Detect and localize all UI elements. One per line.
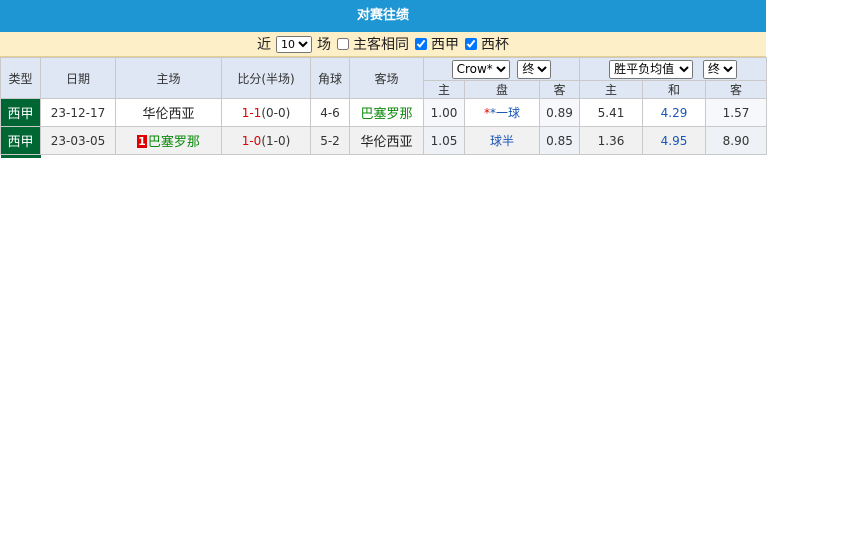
euro-timing-select[interactable]: 终 <box>702 59 737 79</box>
la-liga-checkbox[interactable] <box>415 38 427 50</box>
corner-cell: 5-2 <box>310 126 350 155</box>
date-header: 日期 <box>40 57 116 99</box>
date-cell: 23-12-17 <box>40 98 116 127</box>
filter-bar: 近 10 场 主客相同 西甲 西杯 <box>0 32 766 57</box>
history-table: 类型 日期 主场 比分(半场) 角球 客场 Crow* 终 胜平负均值 终 主 … <box>0 57 768 158</box>
asia-away-subheader: 客 <box>539 80 580 99</box>
away-team-name[interactable]: 华伦西亚 <box>360 135 412 150</box>
panel-title: 对赛往绩 <box>0 0 766 32</box>
euro-away-odds: 1.57 <box>704 98 768 127</box>
copa-del-rey-label: 西杯 <box>481 37 509 53</box>
euro-company-select[interactable]: 胜平负均值 <box>609 59 694 79</box>
euro-draw-odds: 4.95 <box>642 126 706 155</box>
euro-away-subheader: 客 <box>704 80 768 99</box>
score-header: 比分(半场) <box>221 57 311 99</box>
league-cell[interactable]: 西甲 <box>0 98 41 127</box>
half-time-score: (1-0) <box>261 133 291 148</box>
copa-del-rey-checkbox[interactable] <box>465 38 477 50</box>
handicap-text: *一球 <box>489 106 520 120</box>
away-team-name[interactable]: 巴塞罗那 <box>360 107 412 122</box>
asian-timing-select[interactable]: 终 <box>517 59 552 79</box>
home-team-name[interactable]: 华伦西亚 <box>142 107 194 122</box>
head-to-head-panel: 对赛往绩 近 10 场 主客相同 西甲 西杯 类型 日期 主场 比分(半场) 角… <box>0 0 768 158</box>
la-liga-label: 西甲 <box>431 37 459 53</box>
strip-filler <box>41 155 767 158</box>
table-row: 西甲 23-12-17 华伦西亚 1-1(0-0) 4-6 巴塞罗那 1.00 … <box>0 98 768 127</box>
league-cell[interactable]: 西甲 <box>0 126 41 155</box>
red-card-badge: 1 <box>137 135 147 148</box>
home-team-cell[interactable]: 1 巴塞罗那 <box>115 126 222 155</box>
euro-draw-subheader: 和 <box>642 80 706 99</box>
date-cell: 23-03-05 <box>40 126 116 155</box>
asia-home-subheader: 主 <box>423 80 465 99</box>
euro-away-odds: 8.90 <box>704 126 768 155</box>
euro-draw-odds: 4.29 <box>642 98 706 127</box>
euro-home-odds: 1.36 <box>579 126 643 155</box>
asia-away-odds: 0.85 <box>539 126 580 155</box>
same-home-away-label: 主客相同 <box>353 37 409 53</box>
euro-odds-header: 胜平负均值 终 <box>578 57 768 81</box>
euro-home-odds: 5.41 <box>579 98 643 127</box>
same-home-away-checkbox[interactable] <box>337 38 349 50</box>
recent-count-select[interactable]: 10 <box>276 35 312 53</box>
type-header: 类型 <box>0 57 41 99</box>
asian-odds-header: Crow* 终 <box>423 57 580 81</box>
corner-cell: 4-6 <box>310 98 350 127</box>
home-team-name[interactable]: 巴塞罗那 <box>148 135 200 150</box>
full-time-score[interactable]: 1-1 <box>242 106 262 120</box>
field-label: 场 <box>317 37 331 53</box>
table-bottom-strip <box>0 154 767 158</box>
away-team-cell[interactable]: 华伦西亚 <box>349 126 424 155</box>
asia-handicap-line: **一球 <box>464 98 540 127</box>
asia-home-odds: 1.05 <box>423 126 465 155</box>
asian-company-select[interactable]: Crow* <box>451 59 510 79</box>
home-team-cell[interactable]: 华伦西亚 <box>115 98 222 127</box>
table-row: 西甲 23-03-05 1 巴塞罗那 1-0(1-0) 5-2 华伦西亚 1.05… <box>0 126 768 155</box>
half-time-score: (0-0) <box>261 105 291 120</box>
away-team-cell[interactable]: 巴塞罗那 <box>349 98 424 127</box>
asia-line-subheader: 盘 <box>464 80 540 99</box>
score-cell[interactable]: 1-1(0-0) <box>221 98 311 127</box>
asia-home-odds: 1.00 <box>423 98 465 127</box>
asia-away-odds: 0.89 <box>539 98 580 127</box>
full-time-score[interactable]: 1-0 <box>242 134 262 148</box>
euro-home-subheader: 主 <box>579 80 643 99</box>
corner-header: 角球 <box>310 57 350 99</box>
away-header: 客场 <box>349 57 424 99</box>
strip-league-marker <box>0 154 41 158</box>
home-header: 主场 <box>115 57 222 99</box>
recent-label: 近 <box>257 37 271 53</box>
score-cell[interactable]: 1-0(1-0) <box>221 126 311 155</box>
asia-handicap-line: 球半 <box>464 126 540 155</box>
